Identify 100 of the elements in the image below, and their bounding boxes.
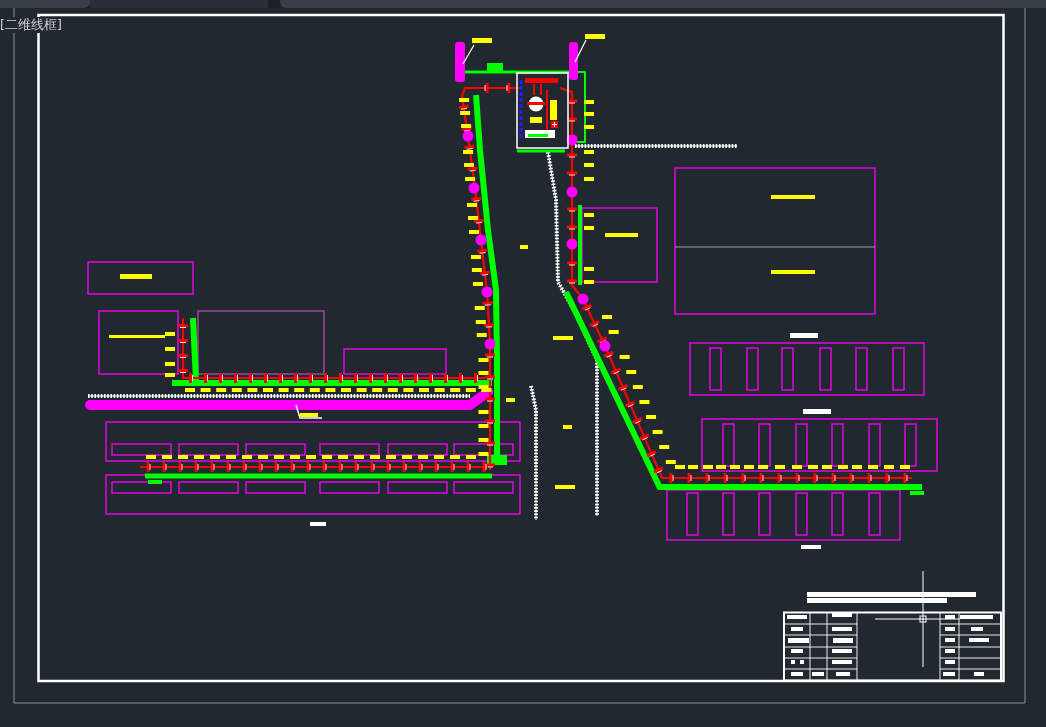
bay-outline [178, 443, 239, 456]
label-marker [306, 455, 316, 459]
label-marker [461, 124, 472, 128]
label-marker [258, 455, 268, 459]
label-marker [584, 163, 594, 167]
label-marker [464, 163, 475, 167]
circle-marker [475, 234, 487, 246]
label-marker [165, 373, 175, 377]
label-marker [434, 455, 444, 459]
label-marker [242, 455, 252, 459]
bay-outline [758, 423, 771, 467]
label-marker [792, 465, 802, 469]
label-marker [584, 226, 594, 230]
bay-outline [319, 481, 380, 494]
bay-outline [904, 423, 917, 467]
label-marker [185, 388, 195, 392]
circle-marker [566, 134, 578, 146]
bay-outline [781, 347, 794, 391]
bay-outline [722, 423, 735, 467]
label-marker [688, 465, 698, 469]
label-marker [803, 409, 831, 414]
label-marker [476, 333, 487, 337]
label-marker [459, 98, 470, 102]
label-marker [310, 522, 326, 526]
label-marker [467, 203, 478, 207]
view-mode-label[interactable]: [二维线框] [0, 17, 62, 33]
label-marker [584, 177, 594, 181]
label-marker [974, 672, 984, 676]
circle-marker [468, 182, 480, 194]
circle-marker [566, 186, 578, 198]
label-marker [300, 413, 318, 417]
label-marker [945, 615, 955, 619]
label-marker [945, 627, 955, 631]
circle-marker [484, 338, 496, 350]
label-marker [791, 649, 803, 653]
label-marker [716, 465, 726, 469]
bay-outline [795, 423, 808, 467]
label-marker [788, 638, 809, 643]
label-marker [403, 388, 414, 392]
label-marker [247, 388, 258, 392]
label-marker [386, 455, 396, 459]
label-marker [822, 465, 832, 469]
label-marker [290, 455, 300, 459]
label-marker [900, 465, 910, 469]
label-marker [478, 424, 489, 428]
label-marker [832, 649, 852, 653]
bay-outline [831, 423, 844, 467]
label-marker [178, 455, 188, 459]
label-marker [790, 333, 818, 338]
bay-outline [855, 347, 868, 391]
label-marker [884, 465, 894, 469]
label-marker [419, 388, 429, 392]
label-marker [356, 388, 367, 392]
label-marker [801, 545, 821, 549]
label-marker [226, 455, 236, 459]
label-marker [146, 455, 156, 459]
circle-marker [566, 238, 578, 250]
label-marker [162, 455, 172, 459]
label-marker [584, 150, 594, 154]
label-marker [584, 100, 594, 104]
bay-outline [746, 347, 759, 391]
label-marker [971, 627, 983, 631]
label-marker [231, 388, 242, 392]
label-marker [584, 267, 594, 271]
label-marker [460, 111, 471, 115]
label-marker [470, 255, 481, 259]
bay-outline [387, 443, 448, 456]
label-marker [465, 177, 476, 181]
label-marker [945, 649, 955, 653]
label-marker [165, 347, 175, 351]
label-marker [520, 245, 528, 249]
label-marker [585, 34, 605, 39]
label-marker [584, 213, 594, 217]
label-marker [200, 388, 211, 392]
label-marker [469, 230, 480, 234]
label-marker [194, 455, 204, 459]
pipe-riser [569, 42, 578, 80]
trench-band [517, 149, 565, 153]
label-marker [584, 112, 594, 116]
label-marker [838, 465, 848, 469]
label-marker [478, 371, 489, 375]
label-marker [584, 125, 594, 129]
label-marker [771, 195, 815, 199]
label-marker [808, 465, 818, 469]
label-marker [506, 398, 515, 402]
label-marker [812, 672, 824, 676]
label-marker [472, 282, 483, 286]
label-marker [478, 358, 489, 362]
label-marker [832, 613, 852, 617]
label-marker [278, 388, 289, 392]
label-marker [791, 672, 803, 676]
label-marker [771, 270, 815, 274]
bay-outline [686, 492, 699, 536]
bay-outline [758, 492, 771, 536]
label-marker [852, 465, 862, 469]
bay-outline [245, 481, 306, 494]
label-marker [294, 388, 305, 392]
label-marker [478, 452, 489, 456]
leader-line [295, 404, 323, 419]
label-marker [787, 615, 807, 619]
